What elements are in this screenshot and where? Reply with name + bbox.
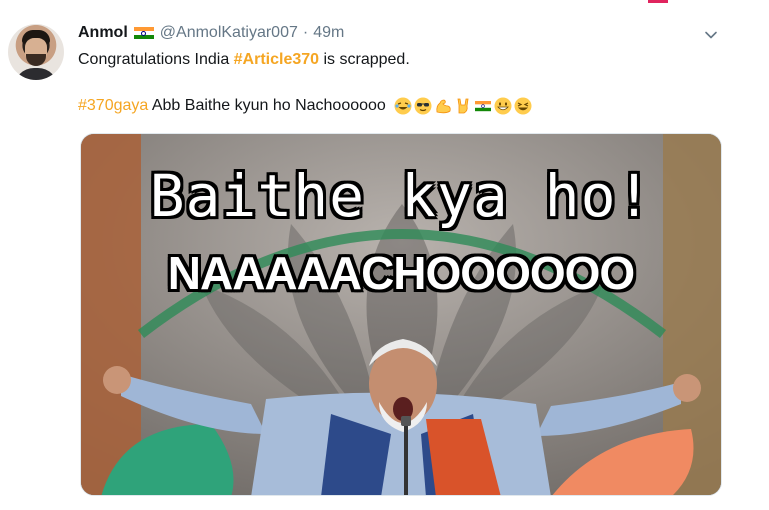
india-flag-icon	[133, 26, 154, 40]
tweet-text-line-1: Congratulations India #Article370 is scr…	[78, 51, 410, 69]
india-flag-emoji-icon	[474, 101, 491, 112]
separator-dot: ·	[302, 24, 309, 41]
avatar[interactable]	[8, 24, 64, 80]
text-segment: Abb Baithe kyun ho Nachoooooo	[148, 97, 386, 114]
laughing-emoji-icon	[514, 97, 532, 115]
hashtag-article370[interactable]: #Article370	[234, 51, 319, 68]
tweet-header: Anmol @AnmolKatiyar007 · 49m	[78, 22, 344, 44]
meme-caption-top: Baithe kya ho!	[149, 162, 653, 230]
tweet[interactable]: Anmol @AnmolKatiyar007 · 49m Congratulat…	[0, 0, 769, 510]
hashtag-370gaya[interactable]: #370gaya	[78, 97, 148, 115]
grin-emoji-icon	[494, 97, 512, 115]
sunglasses-emoji-icon	[414, 97, 432, 115]
author-name[interactable]: Anmol	[78, 24, 128, 42]
meme-caption-bottom: NAAAAACHOOOOOO	[167, 247, 635, 299]
text-segment: is scrapped.	[319, 51, 410, 68]
tweet-media-image[interactable]: Baithe kya ho! NAAAAACHOOOOOO	[80, 133, 722, 496]
rock-on-emoji-icon	[457, 98, 469, 114]
chevron-down-icon[interactable]	[704, 28, 718, 42]
tweet-text-line-2: #370gaya Abb Baithe kyun ho Nachoooooo	[78, 97, 532, 115]
text-segment: Congratulations India	[78, 51, 234, 68]
joy-emoji-icon	[394, 97, 412, 115]
emoji-group	[392, 97, 532, 115]
tweet-timestamp[interactable]: 49m	[313, 24, 344, 42]
flexed-biceps-emoji-icon	[436, 99, 451, 114]
author-handle[interactable]: @AnmolKatiyar007	[160, 24, 298, 42]
